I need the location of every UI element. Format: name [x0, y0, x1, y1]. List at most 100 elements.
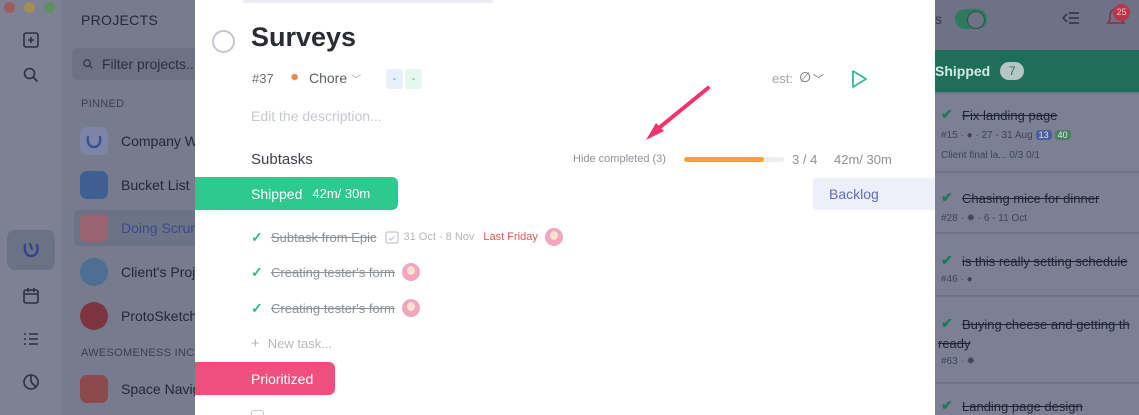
subtask-title[interactable]: Subtask from Epic	[271, 230, 377, 245]
task-card[interactable]: ✔ Chasing mice for dinner #28 · ✹ · 6 - …	[935, 172, 1139, 232]
subtask-title[interactable]: Creating tester's form	[271, 301, 395, 316]
subtask-due-label: Last Friday	[483, 231, 538, 243]
shipped-column-header[interactable]: Shipped 7	[935, 50, 1139, 92]
project-item[interactable]: Company W	[74, 123, 214, 159]
new-task-placeholder: New task...	[267, 336, 333, 351]
project-name: Company W	[121, 133, 199, 149]
card-title: Fix landing page	[962, 108, 1058, 123]
search-icon[interactable]	[19, 63, 43, 87]
project-item[interactable]: Client's Proj	[74, 254, 214, 290]
subtask-row[interactable]: ✓ Subtask from Epic 31 Oct - 8 Nov Last …	[251, 225, 563, 249]
chevron-down-icon[interactable]: ﹀	[813, 71, 824, 87]
card-title: is this really setting schedule	[962, 254, 1128, 269]
annotation-arrow-icon	[646, 86, 710, 140]
show-toggle[interactable]	[955, 9, 987, 29]
card-subtask-meta: Client final la... 0/3 0/1	[941, 150, 1040, 161]
progress-fill	[684, 157, 764, 162]
card-title: Buying cheese and getting th	[962, 317, 1130, 332]
complete-task-checkbox[interactable]	[212, 30, 235, 53]
backlog-button[interactable]: Backlog	[813, 178, 935, 210]
progress-time: 42m/ 30m	[834, 152, 892, 167]
list-icon[interactable]	[19, 327, 43, 351]
done-check-icon[interactable]: ✓	[251, 264, 265, 281]
new-task-icon[interactable]	[19, 28, 43, 52]
subtask-checkbox[interactable]	[251, 410, 264, 415]
project-avatar	[80, 214, 108, 242]
chore-gear-icon: ✹	[290, 71, 300, 84]
card-meta: #63 · ✹	[941, 356, 975, 367]
task-card[interactable]: ✔ is this really setting schedule #46 · …	[935, 233, 1139, 295]
subtask-row[interactable]: ✓ Creating tester's form	[251, 296, 420, 320]
modal-top-edge	[243, 0, 493, 3]
assignee-avatar[interactable]	[401, 299, 420, 317]
play-timer-icon[interactable]	[849, 68, 869, 90]
subtask-progress-bar	[684, 157, 784, 162]
assignee-avatar[interactable]	[544, 228, 563, 246]
project-name: Bucket List	[121, 177, 190, 193]
subtask-title[interactable]: Creating tester's form	[271, 265, 395, 280]
project-item[interactable]: Space Navig	[74, 371, 214, 407]
done-check-icon[interactable]: ✓	[251, 300, 265, 317]
group-label: Shipped	[251, 185, 303, 202]
project-avatar	[80, 171, 108, 199]
project-avatar	[80, 375, 108, 403]
project-filter[interactable]	[72, 48, 212, 80]
reports-icon[interactable]	[19, 370, 43, 394]
new-subtask-input[interactable]: + New task...	[251, 335, 332, 352]
task-type-label: Chore	[309, 70, 348, 86]
card-title-continued: ready	[938, 336, 971, 351]
shipped-group-header[interactable]: Shipped 42m/ 30m	[195, 177, 398, 210]
projects-panel: PROJECTS PINNED Company W Bucket List Do…	[62, 0, 214, 415]
calendar-icon[interactable]	[384, 230, 399, 244]
task-id: #37	[252, 71, 274, 86]
kanban-board-background: s 25 Shipped 7 ✔ Fix landing page #15 · …	[935, 0, 1139, 415]
home-logo-icon[interactable]	[19, 238, 43, 262]
card-title: Landing page design	[962, 399, 1083, 414]
pinned-section-heading: PINNED	[81, 98, 125, 110]
column-title: Shipped	[935, 63, 991, 79]
calendar-icon[interactable]	[19, 284, 43, 308]
group-time: 42m/ 30m	[312, 186, 371, 201]
description-placeholder[interactable]: Edit the description...	[251, 108, 382, 124]
prioritized-group-header[interactable]: Prioritized	[195, 362, 335, 395]
tag-chip[interactable]: -	[405, 69, 422, 89]
hide-completed-link[interactable]: Hide completed (3)	[573, 153, 666, 165]
workspace-section-heading: AWESOMENESS INC	[81, 347, 195, 359]
group-label: Prioritized	[251, 370, 314, 387]
project-name: ProtoSketch	[121, 308, 198, 324]
assignee-avatar[interactable]	[401, 263, 420, 281]
task-card[interactable]: ✔ Fix landing page #15 · ● · 27 - 31 Aug…	[935, 93, 1139, 171]
project-item[interactable]: ProtoSketch	[74, 298, 214, 334]
card-meta: #46 · ●	[941, 274, 973, 285]
plus-icon: +	[251, 335, 260, 352]
zoom-window-button[interactable]	[44, 2, 55, 13]
search-icon	[83, 59, 93, 69]
task-title[interactable]: Surveys	[251, 22, 356, 53]
project-avatar	[80, 302, 108, 330]
task-card[interactable]: ✔ Buying cheese and getting th ready #63…	[935, 296, 1139, 382]
column-count-badge: 7	[1000, 62, 1025, 80]
done-check-icon: ✔	[941, 252, 953, 268]
subtask-date-range: 31 Oct - 8 Nov	[403, 231, 475, 243]
project-item[interactable]: Bucket List	[74, 167, 214, 203]
done-check-icon: ✔	[941, 106, 953, 122]
done-check-icon: ✔	[941, 189, 953, 205]
progress-count: 3 / 4	[792, 152, 818, 167]
collapse-list-icon[interactable]	[1062, 10, 1080, 26]
close-window-button[interactable]	[4, 2, 15, 13]
estimate-label: est:	[772, 71, 793, 86]
projects-heading: PROJECTS	[81, 12, 159, 28]
estimate-value[interactable]: ∅	[799, 69, 811, 86]
project-item-selected[interactable]: Doing Scrum	[74, 210, 214, 246]
done-check-icon: ✔	[941, 315, 953, 331]
task-type-dropdown[interactable]: ✹ Chore ﹀	[290, 70, 361, 86]
done-check-icon[interactable]: ✓	[251, 229, 265, 246]
task-card[interactable]: ✔ Landing page design	[935, 383, 1139, 415]
tag-chip[interactable]: -	[386, 69, 403, 89]
project-avatar	[80, 127, 108, 155]
card-meta: #15 · ● · 27 - 31 Aug 13 40	[941, 130, 1071, 141]
subtask-row[interactable]: ✓ Creating tester's form	[251, 260, 420, 284]
project-name: Space Navig	[121, 381, 201, 397]
minimize-window-button[interactable]	[24, 2, 35, 13]
card-title: Chasing mice for dinner	[962, 191, 1100, 206]
